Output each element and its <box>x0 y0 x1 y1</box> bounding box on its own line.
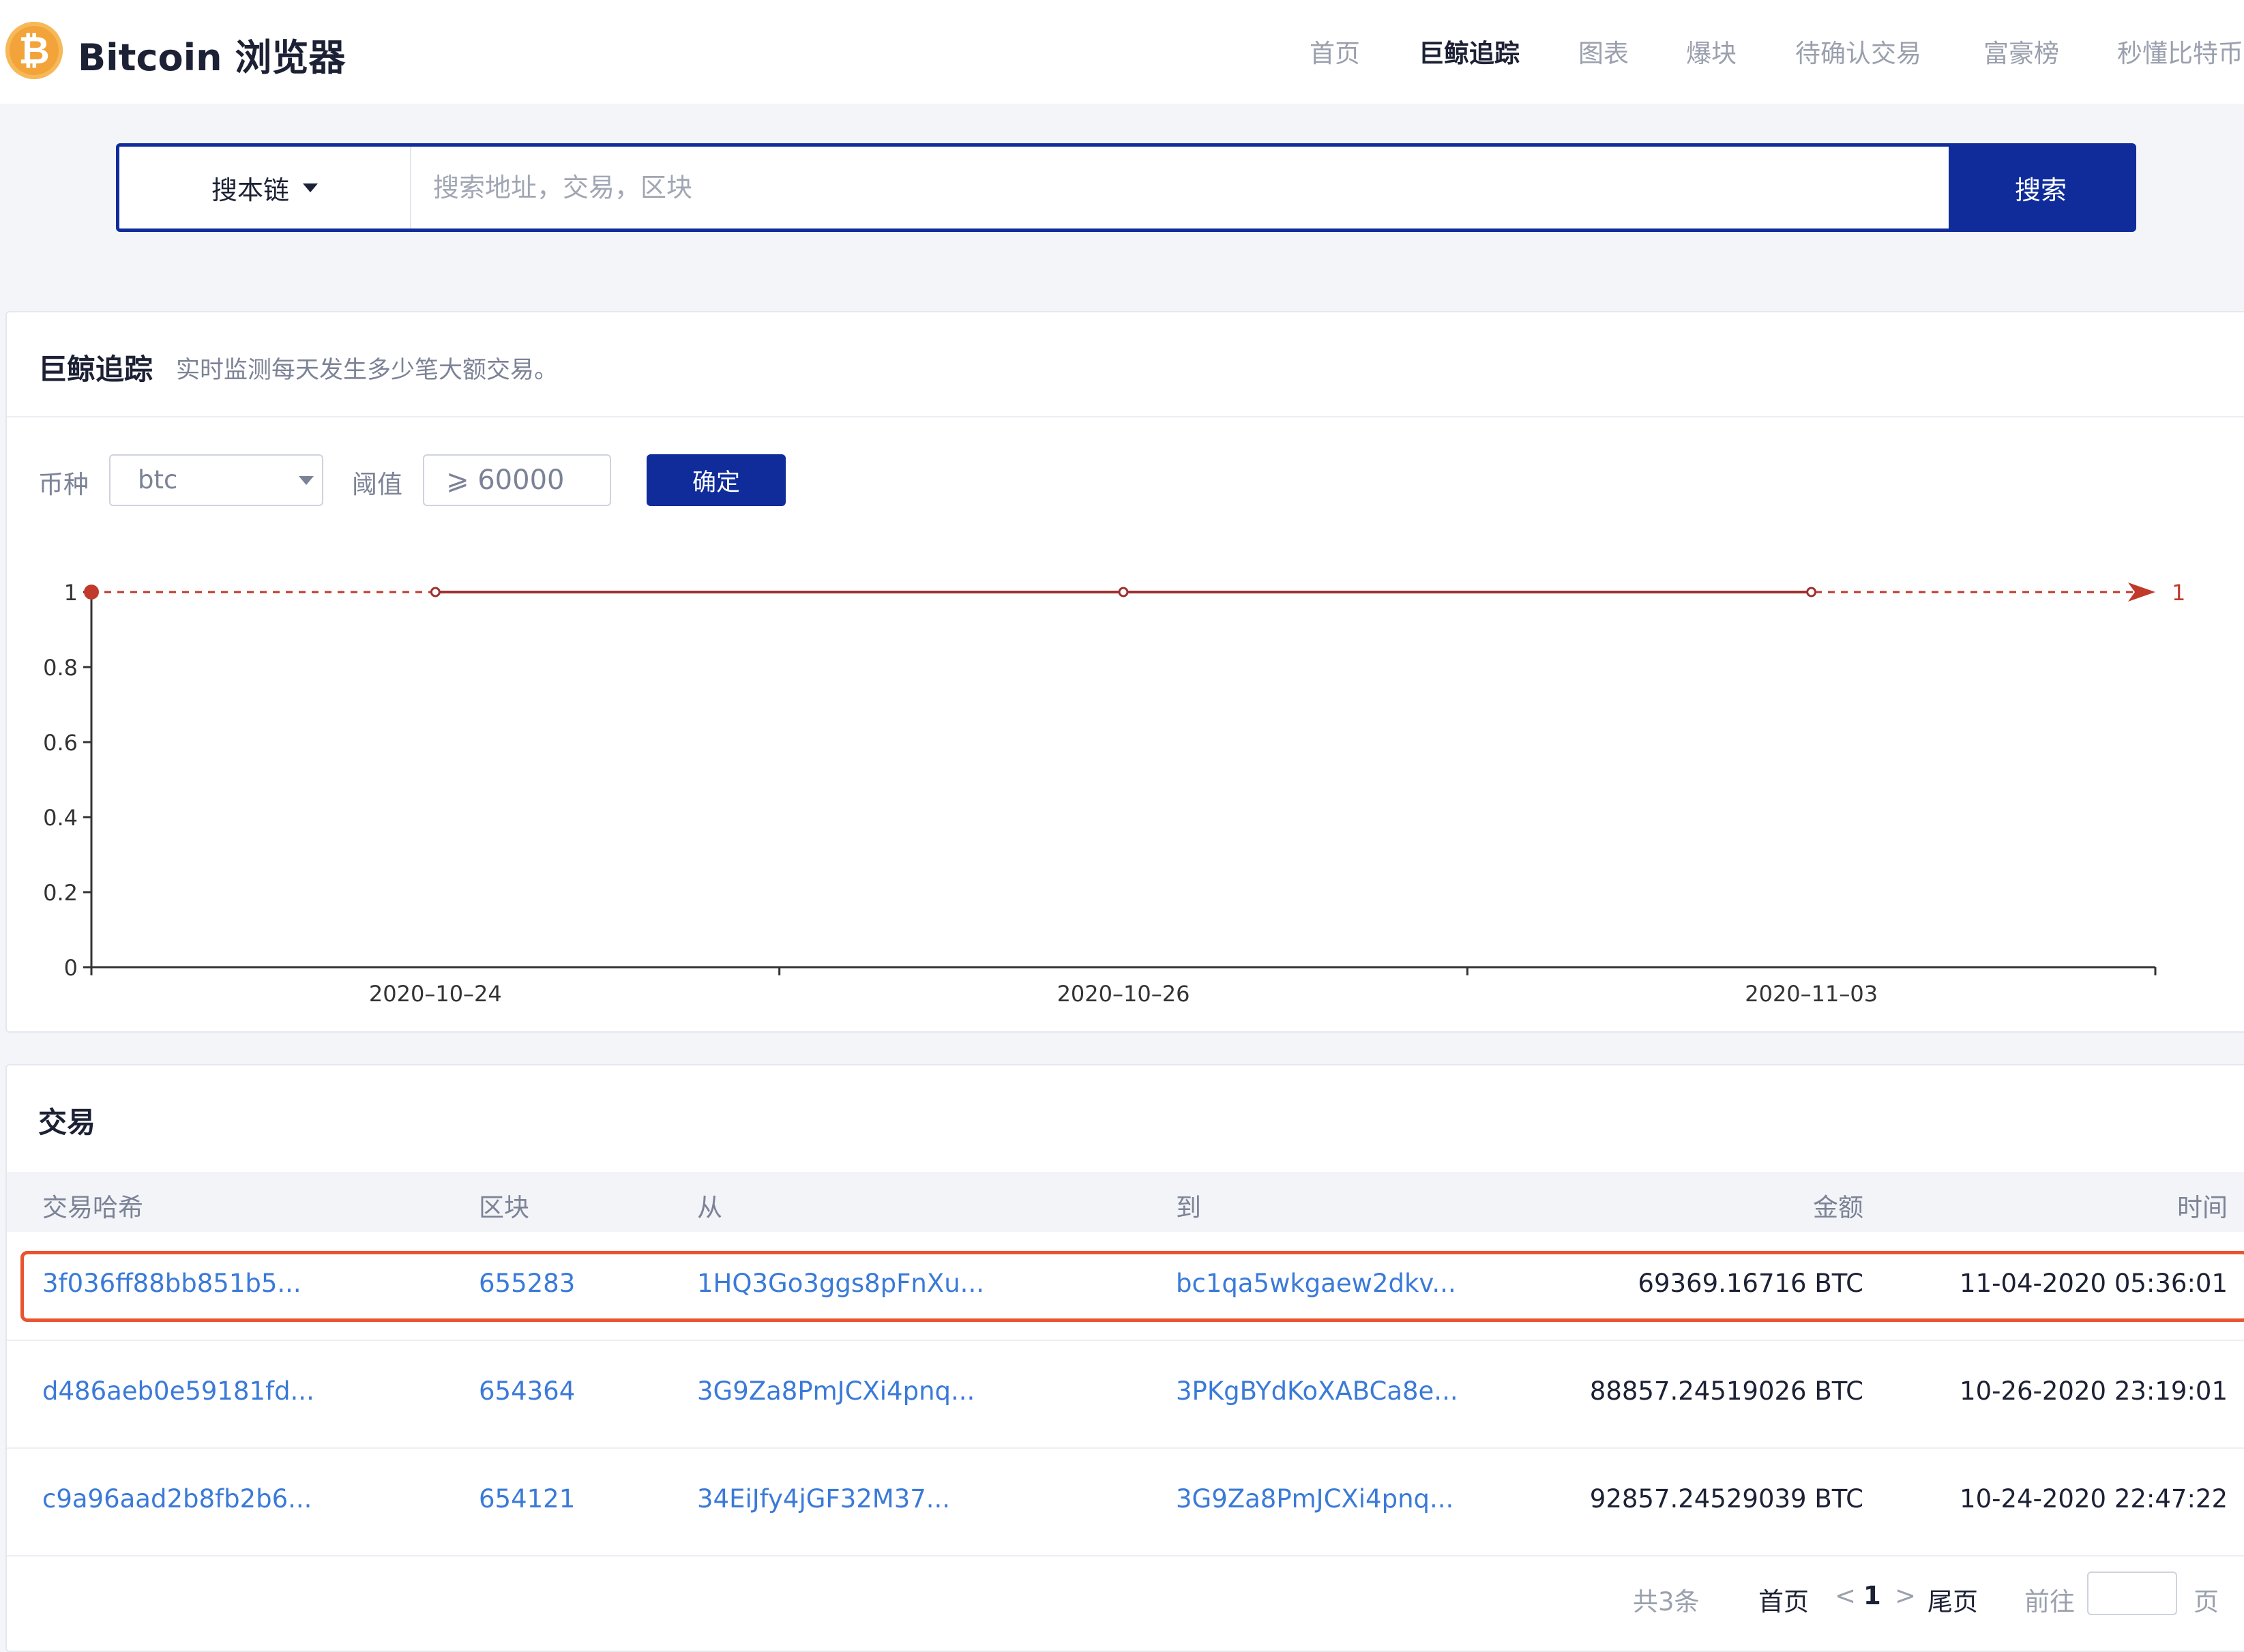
amount: 88857.24519026 BTC <box>1589 1376 1863 1406</box>
to-address-link[interactable]: 3PKgBYdKoXABCa8e... <box>1176 1376 1458 1406</box>
pagination-goto-label: 前往 <box>2024 1587 2075 1617</box>
panel-subtitle: 实时监测每天发生多少笔大额交易。 <box>176 357 559 384</box>
timestamp: 10-24-2020 22:47:22 <box>1960 1484 2228 1514</box>
timestamp: 11-04-2020 05:36:01 <box>1960 1269 2228 1298</box>
y-tick-label: 0.2 <box>43 880 78 906</box>
bitcoin-logo-icon[interactable]: ₿ <box>5 22 63 79</box>
pagination-prev[interactable]: < <box>1835 1581 1856 1610</box>
pagination-total: 共3条 <box>1633 1587 1700 1617</box>
currency-select-value: btc <box>138 465 178 495</box>
nav-rich-list[interactable]: 富豪榜 <box>1983 33 2059 68</box>
currency-label: 币种 <box>38 470 89 499</box>
to-address-link[interactable]: 3G9Za8PmJCXi4pnq... <box>1176 1484 1453 1514</box>
table-row[interactable]: c9a96aad2b8fb2b6... 654121 34EiJfy4jGF32… <box>7 1449 2244 1557</box>
whale-count-chart: 0 0.2 0.4 0.6 0.8 1 2020–10–24 2020–10–26 2020–1… <box>43 580 2185 1007</box>
reference-line-label: 1 <box>2172 580 2185 606</box>
pagination-current[interactable]: 1 <box>1863 1581 1881 1610</box>
from-address-link[interactable]: 3G9Za8PmJCXi4pnq... <box>697 1376 975 1406</box>
tx-hash-link[interactable]: c9a96aad2b8fb2b6... <box>42 1484 312 1514</box>
y-tick-label: 0 <box>64 955 78 981</box>
pagination-page-unit: 页 <box>2194 1587 2219 1617</box>
block-link[interactable]: 655283 <box>479 1269 575 1298</box>
x-tick-label: 2020–11–03 <box>1745 981 1878 1007</box>
table-header: 交易哈希 区块 从 到 金额 时间 <box>7 1172 2244 1232</box>
tx-hash-link[interactable]: 3f036ff88bb851b5... <box>42 1269 301 1298</box>
block-link[interactable]: 654364 <box>479 1376 575 1406</box>
col-hash: 交易哈希 <box>42 1193 143 1222</box>
nav-blocks[interactable]: 爆块 <box>1686 33 1737 68</box>
col-amount: 金额 <box>1813 1193 1863 1222</box>
confirm-button[interactable]: 确定 <box>647 454 786 506</box>
reference-start-dot <box>84 585 99 600</box>
y-tick-label: 0.4 <box>43 805 78 831</box>
pagination-first[interactable]: 首页 <box>1758 1581 1809 1618</box>
y-tick-label: 0.8 <box>43 655 78 681</box>
chevron-down-icon <box>299 476 314 485</box>
top-bar: ₿ Bitcoin 浏览器 首页 巨鲸追踪 图表 爆块 待确认交易 富豪榜 秒懂… <box>0 0 2244 104</box>
page-jump-input[interactable] <box>2087 1572 2177 1615</box>
amount: 92857.24529039 BTC <box>1589 1484 1863 1514</box>
divider <box>7 416 2244 417</box>
search-scope-label: 搜本链 <box>211 175 289 205</box>
from-address-link[interactable]: 34EiJfy4jGF32M37... <box>697 1484 950 1514</box>
col-time: 时间 <box>2177 1193 2228 1222</box>
pagination-next[interactable]: > <box>1895 1581 1916 1610</box>
amount: 69369.16716 BTC <box>1638 1269 1863 1298</box>
transactions-panel: 交易 交易哈希 区块 从 到 金额 时间 3f036ff88bb851b5...… <box>5 1064 2244 1652</box>
threshold-input[interactable]: ⩾ 60000 <box>423 454 611 506</box>
search-bar: 搜本链 搜索 <box>116 143 2136 232</box>
col-to: 到 <box>1176 1193 1201 1222</box>
brand-title[interactable]: Bitcoin 浏览器 <box>78 27 345 81</box>
block-link[interactable]: 654121 <box>479 1484 575 1514</box>
currency-select[interactable]: btc <box>109 454 323 506</box>
nav-charts[interactable]: 图表 <box>1578 33 1629 68</box>
col-block: 区块 <box>479 1193 529 1222</box>
whale-tracking-panel: 巨鲸追踪 实时监测每天发生多少笔大额交易。 币种 btc 阈值 ⩾ 60000 … <box>5 311 2244 1033</box>
x-tick-label: 2020–10–24 <box>369 981 502 1007</box>
series-point <box>1806 587 1817 598</box>
table-row[interactable]: 3f036ff88bb851b5... 655283 1HQ3Go3ggs8pF… <box>7 1233 2244 1341</box>
search-button[interactable]: 搜索 <box>1949 147 2133 228</box>
timestamp: 10-26-2020 23:19:01 <box>1960 1376 2228 1406</box>
tx-hash-link[interactable]: d486aeb0e59181fd... <box>42 1376 314 1406</box>
nav-whale-tracking[interactable]: 巨鲸追踪 <box>1419 33 1520 68</box>
search-scope-dropdown[interactable]: 搜本链 <box>119 147 411 228</box>
y-tick-label: 0.6 <box>43 730 78 756</box>
from-address-link[interactable]: 1HQ3Go3ggs8pFnXu... <box>697 1269 984 1298</box>
nav-bitcoin-guide[interactable]: 秒懂比特币 <box>2117 33 2243 68</box>
table-row[interactable]: d486aeb0e59181fd... 654364 3G9Za8PmJCXi4… <box>7 1341 2244 1449</box>
chevron-down-icon <box>303 183 318 192</box>
threshold-label: 阈值 <box>352 470 402 499</box>
y-tick-label: 1 <box>64 580 78 606</box>
nav-pending-tx[interactable]: 待确认交易 <box>1795 33 1921 68</box>
pagination-last[interactable]: 尾页 <box>1928 1581 1978 1618</box>
transactions-title: 交易 <box>38 1106 96 1139</box>
to-address-link[interactable]: bc1qa5wkgaew2dkv... <box>1176 1269 1456 1298</box>
x-tick-label: 2020–10–26 <box>1057 981 1190 1007</box>
nav-home[interactable]: 首页 <box>1310 33 1360 68</box>
series-point <box>1118 587 1129 598</box>
series-point <box>430 587 441 598</box>
panel-title: 巨鲸追踪 <box>38 353 153 386</box>
col-from: 从 <box>697 1193 722 1222</box>
search-input[interactable] <box>413 147 1953 228</box>
